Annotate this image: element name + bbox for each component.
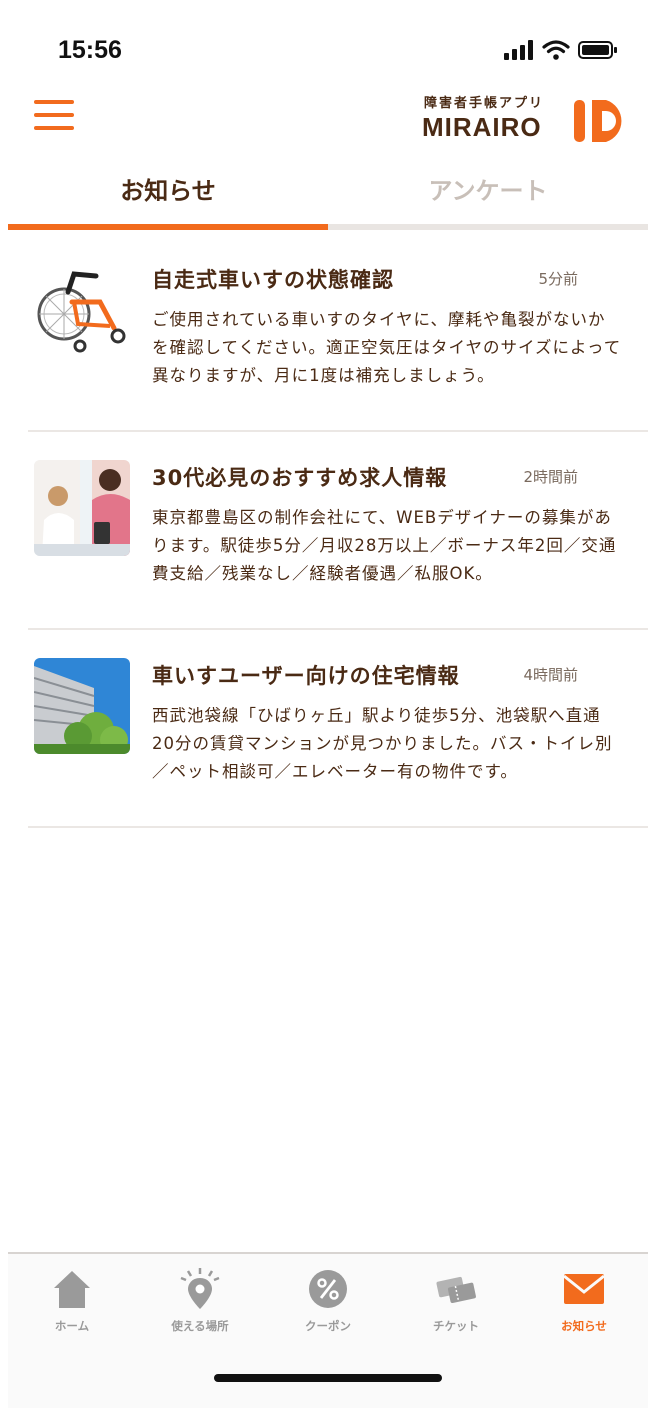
mail-icon bbox=[564, 1274, 604, 1304]
notice-item[interactable]: 自走式車いすの状態確認 5分前 ご使用されている車いすのタイヤに、摩耗や亀裂がな… bbox=[28, 234, 648, 432]
nav-places[interactable]: 使える場所 bbox=[136, 1268, 264, 1344]
tab-bar: お知らせ アンケート bbox=[8, 166, 648, 232]
nav-label: クーポン bbox=[305, 1319, 351, 1333]
ticket-icon bbox=[436, 1276, 476, 1304]
notice-body: 東京都豊島区の制作会社にて、WEBデザイナーの募集があります。駅徒歩5分／月収2… bbox=[152, 508, 617, 583]
notice-body: 西武池袋線「ひばりヶ丘」駅より徒歩5分、池袋駅へ直通20分の賃貸マンションが見つ… bbox=[152, 706, 613, 781]
logo-id-mark bbox=[574, 100, 622, 142]
logo-subtitle: 障害者手帳アプリ bbox=[424, 96, 545, 111]
notice-time: 5分前 bbox=[538, 270, 578, 288]
status-time: 15:56 bbox=[58, 36, 122, 64]
nav-home[interactable]: ホーム bbox=[8, 1268, 136, 1344]
notice-title: 車いすユーザー向けの住宅情報 bbox=[152, 664, 460, 688]
notice-item[interactable]: 車いすユーザー向けの住宅情報 4時間前 西武池袋線「ひばりヶ丘」駅より徒歩5分、… bbox=[28, 630, 648, 828]
nav-label: 使える場所 bbox=[171, 1319, 229, 1333]
location-pin-icon bbox=[180, 1268, 220, 1309]
notice-time: 2時間前 bbox=[523, 468, 578, 486]
app-logo: 障害者手帳アプリ MIRAIRO bbox=[422, 92, 632, 146]
hamburger-line bbox=[34, 126, 74, 130]
tab-active-indicator bbox=[8, 224, 328, 230]
notice-thumbnail-wheelchair bbox=[34, 262, 130, 358]
nav-notices[interactable]: お知らせ bbox=[520, 1268, 648, 1344]
nav-label: チケット bbox=[433, 1319, 479, 1333]
status-icons bbox=[504, 40, 618, 60]
notice-list: 自走式車いすの状態確認 5分前 ご使用されている車いすのタイヤに、摩耗や亀裂がな… bbox=[28, 234, 648, 828]
bottom-nav-bar: ホーム 使える場所 クーポン チケット お知らせ bbox=[8, 1252, 648, 1408]
logo-wordmark: MIRAIRO bbox=[422, 112, 542, 142]
notice-item[interactable]: 30代必見のおすすめ求人情報 2時間前 東京都豊島区の制作会社にて、WEBデザイ… bbox=[28, 432, 648, 630]
notice-thumbnail-apartment bbox=[34, 658, 130, 754]
nav-label: ホーム bbox=[54, 1319, 90, 1333]
tab-survey[interactable]: アンケート bbox=[328, 166, 648, 226]
status-bar: 15:56 bbox=[0, 0, 654, 86]
menu-button[interactable] bbox=[34, 100, 74, 132]
hamburger-line bbox=[34, 113, 74, 117]
app-header: 障害者手帳アプリ MIRAIRO bbox=[0, 86, 654, 166]
cellular-signal-icon bbox=[504, 40, 533, 60]
wifi-icon bbox=[542, 40, 570, 60]
notice-thumbnail-office bbox=[34, 460, 130, 556]
notice-body: ご使用されている車いすのタイヤに、摩耗や亀裂がないかを確認してください。適正空気… bbox=[152, 310, 622, 385]
nav-label: お知らせ bbox=[561, 1319, 607, 1333]
nav-coupons[interactable]: クーポン bbox=[264, 1268, 392, 1344]
home-icon bbox=[54, 1271, 90, 1308]
notice-time: 4時間前 bbox=[523, 666, 578, 684]
battery-icon bbox=[578, 41, 617, 59]
notice-title: 自走式車いすの状態確認 bbox=[152, 268, 394, 292]
tab-notices[interactable]: お知らせ bbox=[8, 166, 328, 226]
nav-tickets[interactable]: チケット bbox=[392, 1268, 520, 1344]
notice-title: 30代必見のおすすめ求人情報 bbox=[152, 466, 448, 490]
home-indicator[interactable] bbox=[214, 1374, 442, 1382]
hamburger-line bbox=[34, 100, 74, 104]
coupon-percent-icon bbox=[309, 1270, 347, 1308]
